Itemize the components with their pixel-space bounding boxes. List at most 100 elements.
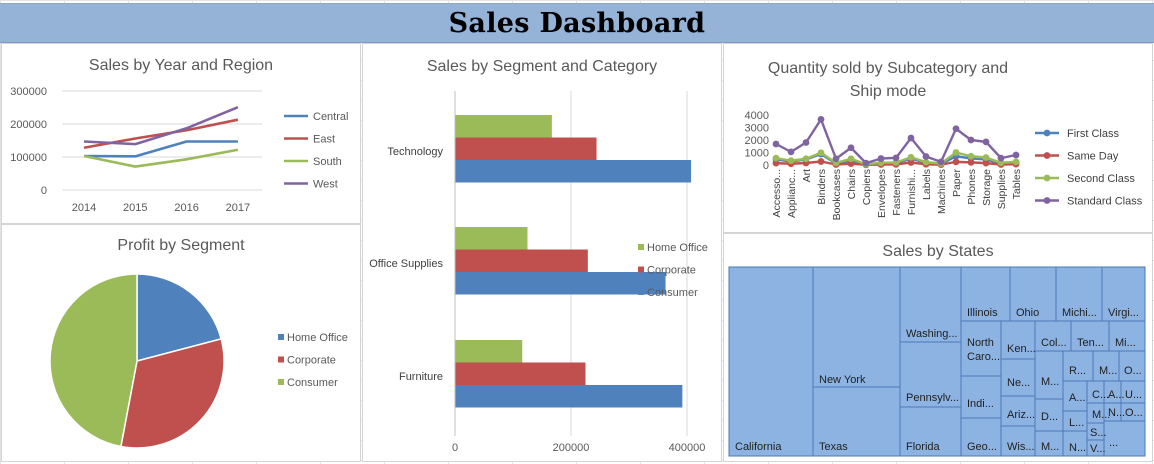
data-point	[817, 149, 825, 157]
legend-label: Second Class	[1067, 173, 1135, 185]
treemap-cell-label: Ken...	[1007, 343, 1036, 355]
data-point	[817, 158, 825, 165]
x-tick-label: Bookcases	[831, 169, 843, 220]
treemap-cell-label: Illinois	[967, 307, 998, 319]
treemap-cell-label: M...	[1099, 365, 1117, 377]
x-tick-label: Paper	[951, 169, 963, 198]
legend-marker-dot	[1043, 152, 1051, 159]
data-point	[937, 158, 945, 166]
year-region-line-chart: 300000 200000 100000 0 2014 2015 2016 2017 Centr…	[10, 86, 348, 214]
x-tick-label: Applianc...	[786, 169, 798, 218]
treemap-cell-label: California	[735, 441, 782, 453]
treemap-cell-label: Washing...	[906, 328, 958, 340]
legend-label: Corporate	[647, 265, 696, 277]
bar	[455, 160, 692, 183]
x-tick-label: Chairs	[846, 169, 858, 199]
data-point	[847, 155, 855, 163]
treemap-cell-label: Ne...	[1007, 377, 1030, 389]
bar	[455, 137, 597, 160]
treemap-cell-label: L...	[1069, 417, 1084, 429]
panel-sales-states[interactable]: Sales by States United StatesCaliforniaN…	[723, 233, 1153, 462]
treemap-cell	[960, 375, 1002, 419]
x-tick-label: Supplies	[996, 169, 1008, 209]
x-tick-label: 2015	[123, 202, 147, 214]
panel-profit-segment[interactable]: Profit by Segment Home Office Corporate Co…	[1, 224, 361, 462]
legend-marker	[278, 356, 284, 363]
treemap-cell-label: N...	[1069, 442, 1086, 454]
legend-label: Consumer	[647, 287, 698, 299]
data-point	[787, 157, 795, 165]
treemap-cell-label: Ariz...	[1007, 409, 1035, 421]
bar	[455, 362, 586, 385]
data-point	[772, 154, 780, 162]
bar	[455, 385, 683, 408]
bar	[455, 115, 552, 138]
legend-marker	[638, 289, 644, 295]
profit-pie-chart: Home Office Corporate Consumer	[49, 273, 348, 449]
x-tick-label: 400000	[669, 442, 706, 454]
treemap-cell-label: M...	[1041, 376, 1059, 388]
panel-sales-year-region[interactable]: Sales by Year and Region 300000 200000 100…	[1, 43, 361, 224]
data-point	[802, 155, 810, 163]
panel-segment-category[interactable]: Sales by Segment and Category 0 200000 400…	[362, 43, 722, 462]
x-tick-label: Binders	[816, 169, 828, 205]
x-tick-label: Envelopes	[876, 169, 888, 218]
treemap-cell-label: V...	[1090, 443, 1106, 455]
data-point	[817, 115, 825, 123]
y-tick-label: 0	[41, 185, 47, 197]
data-point	[967, 152, 975, 160]
legend-label: South	[313, 156, 342, 168]
data-point	[907, 134, 915, 142]
treemap-cell-label: Pennsylv...	[906, 392, 959, 404]
category-label: Office Supplies	[369, 258, 443, 270]
treemap-cell-label: Michi...	[1062, 307, 1097, 319]
data-point	[907, 153, 915, 161]
treemap-cell-label: O...	[1124, 365, 1142, 377]
x-tick-label: Machines	[936, 169, 948, 214]
treemap-cell-label: M...	[1041, 441, 1059, 453]
treemap-cell-label: Geo...	[967, 441, 997, 453]
treemap-cell-label: C...	[1092, 389, 1109, 401]
series-line	[83, 148, 239, 168]
x-tick-label: Fasteners	[891, 169, 903, 216]
treemap-cell-label: N...	[1108, 407, 1125, 419]
legend-marker-dot	[1043, 174, 1051, 182]
data-point	[1012, 158, 1020, 166]
treemap-cell-label: O...	[1125, 407, 1143, 419]
treemap-cell-label: North	[967, 337, 994, 349]
treemap-cell-label: U...	[1125, 389, 1142, 401]
x-tick-label: Copiers	[861, 169, 873, 205]
legend-label: Central	[313, 111, 348, 123]
treemap-cell-label: Ten...	[1077, 337, 1104, 349]
category-label: Furniture	[399, 371, 443, 383]
data-point	[982, 154, 990, 161]
legend-marker	[638, 244, 644, 250]
category-label: Technology	[387, 146, 443, 158]
data-point	[982, 138, 990, 146]
treemap-cell-label: D...	[1041, 411, 1058, 423]
treemap-cell-label: R...	[1069, 365, 1086, 377]
dashboard-title-bar: Sales Dashboard	[0, 3, 1154, 43]
y-tick-label: 2000	[745, 135, 769, 147]
legend-label: West	[313, 179, 338, 191]
legend-label: First Class	[1067, 128, 1119, 140]
x-tick-label: Storage	[981, 169, 993, 206]
bar	[455, 340, 523, 363]
y-tick-label: 1000	[745, 148, 769, 160]
y-tick-label: 4000	[745, 110, 769, 122]
legend-label: Standard Class	[1067, 196, 1143, 208]
y-tick-label: 200000	[10, 119, 47, 131]
legend-label: Home Office	[647, 242, 708, 254]
data-point	[892, 154, 900, 162]
treemap-cell-label: A...	[1069, 392, 1086, 404]
legend-label: Corporate	[287, 355, 336, 367]
data-point	[967, 158, 975, 166]
x-tick-label: Furnishi...	[906, 169, 918, 215]
data-point	[847, 144, 855, 152]
pie-slice	[49, 273, 138, 448]
x-tick-label: 0	[452, 442, 458, 454]
treemap-cell-label: Mi...	[1115, 337, 1136, 349]
x-tick-label: Phones	[966, 169, 978, 205]
data-point	[922, 153, 930, 160]
panel-subcategory-ship[interactable]: Quantity sold by Subcategory and Ship mo…	[723, 43, 1153, 233]
